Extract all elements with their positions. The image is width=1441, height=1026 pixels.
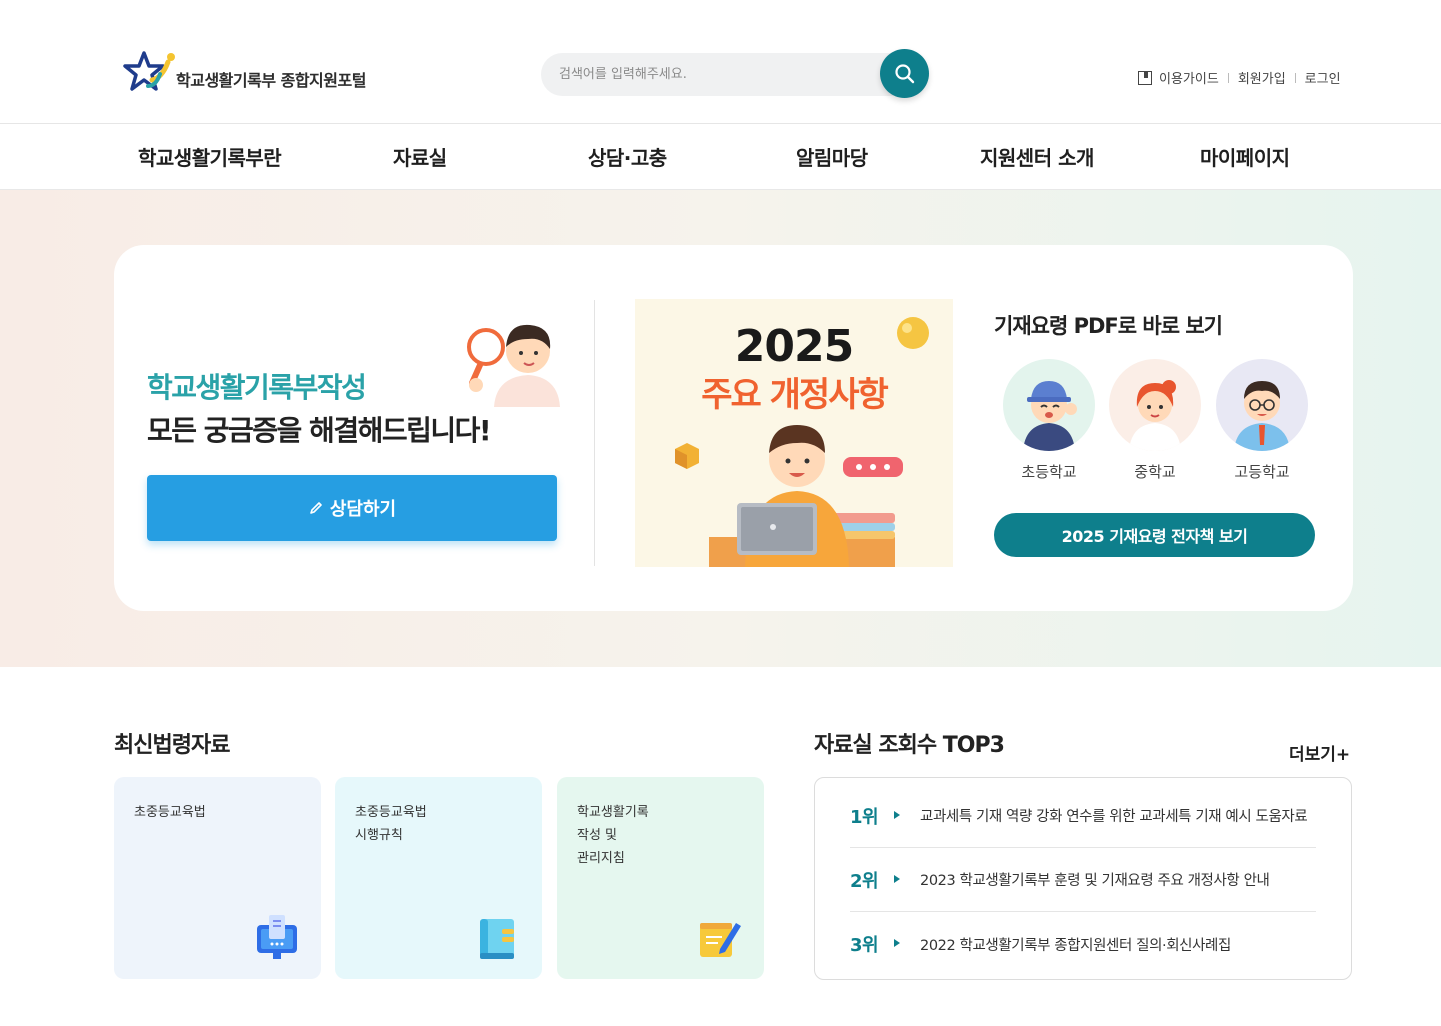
site-logo[interactable]: 학교생활기록부 종합지원포털 (122, 50, 366, 96)
middle-avatar[interactable] (1109, 359, 1201, 451)
divider (1294, 72, 1296, 83)
top3-section-title: 자료실 조회수 TOP3 (814, 733, 1005, 758)
middle-student-icon (1129, 380, 1181, 451)
hero-card: 학교생활기록부작성 모든 궁금증을 해결해드립니다! 상담하기 2025 주요 … (114, 245, 1353, 611)
arrow-right-icon (894, 939, 900, 947)
list-item[interactable]: 3위 2022 학교생활기록부 종합지원센터 질의·회신사례집 (850, 912, 1316, 976)
list-item-title: 2022 학교생활기록부 종합지원센터 질의·회신사례집 (920, 937, 1231, 954)
law-card-guidelines[interactable]: 학교생활기록 작성 및 관리지침 (557, 777, 764, 979)
list-item[interactable]: 1위 교과세특 기재 역량 강화 연수를 위한 교과세특 기재 예시 도움자료 (850, 784, 1316, 848)
search-bar (541, 49, 929, 98)
star-logo-icon (123, 51, 175, 91)
middle-label[interactable]: 중학교 (1109, 461, 1201, 482)
pencil-icon (310, 502, 322, 514)
search-input[interactable] (559, 53, 859, 96)
search-button[interactable] (880, 49, 929, 98)
revision-banner[interactable]: 2025 주요 개정사항 (635, 299, 953, 567)
arrow-right-icon (894, 874, 900, 883)
list-item[interactable]: 2위 2023 학교생활기록부 훈령 및 기재요령 주요 개정사항 안내 (850, 848, 1316, 912)
utility-links: 이용가이드 회원가입 로그인 (1138, 68, 1341, 87)
law-card-label: 학교생활기록 작성 및 관리지침 (577, 805, 649, 866)
law-card-enforcement-rules[interactable]: 초중등교육법 시행규칙 (335, 777, 542, 979)
arrow-right-icon (894, 810, 900, 819)
elementary-student-icon (1023, 381, 1077, 451)
nav-item-about[interactable]: 학교생활기록부란 (138, 142, 282, 171)
laws-section-title: 최신법령자료 (114, 733, 230, 758)
nav-item-notice[interactable]: 알림마당 (796, 142, 868, 171)
main-nav: 학교생활기록부란 자료실 상담·고충 알림마당 지원센터 소개 마이페이지 (0, 124, 1441, 190)
guide-link[interactable]: 이용가이드 (1159, 68, 1219, 87)
notepad-pen-icon (700, 923, 741, 957)
elementary-avatar[interactable] (1003, 359, 1095, 451)
law-card-education-act[interactable]: 초중등교육법 (114, 777, 321, 979)
rank-number: 1위 (850, 806, 879, 828)
high-label[interactable]: 고등학교 (1216, 461, 1308, 482)
monitor-doc-icon (257, 915, 297, 959)
nav-item-library[interactable]: 자료실 (393, 142, 447, 171)
rank-number: 2위 (850, 870, 879, 892)
search-icon (894, 63, 914, 83)
consult-button[interactable]: 상담하기 (147, 475, 557, 541)
hero-section: 학교생활기록부작성 모든 궁금증을 해결해드립니다! 상담하기 2025 주요 … (0, 190, 1441, 667)
consult-button-label: 상담하기 (329, 499, 397, 520)
divider (1227, 72, 1229, 83)
nav-item-consult[interactable]: 상담·고충 (588, 142, 667, 171)
high-student-icon (1234, 381, 1290, 451)
list-item-title: 2023 학교생활기록부 훈령 및 기재요령 주요 개정사항 안내 (920, 873, 1270, 889)
list-item-title: 교과세특 기재 역량 강화 연수를 위한 교과세특 기재 예시 도움자료 (920, 809, 1308, 825)
elementary-label[interactable]: 초등학교 (1003, 461, 1095, 482)
nav-item-center[interactable]: 지원센터 소개 (980, 142, 1094, 171)
ebook-button[interactable]: 2025 기재요령 전자책 보기 (994, 513, 1315, 557)
nav-item-mypage[interactable]: 마이페이지 (1200, 142, 1290, 171)
law-card-label: 초중등교육법 시행규칙 (355, 805, 427, 843)
hero-title: 모든 궁금증을 해결해드립니다! (147, 414, 492, 447)
logo-text: 학교생활기록부 종합지원포털 (176, 71, 366, 90)
header: 학교생활기록부 종합지원포털 이용가이드 회원가입 로그인 (0, 0, 1441, 124)
divider (594, 300, 595, 566)
rank-number: 3위 (850, 935, 879, 956)
high-avatar[interactable] (1216, 359, 1308, 451)
student-laptop-illustration (675, 317, 929, 567)
book-icon (480, 919, 514, 959)
more-link[interactable]: 더보기+ (1289, 740, 1350, 765)
signup-link[interactable]: 회원가입 (1238, 68, 1286, 87)
login-link[interactable]: 로그인 (1305, 68, 1341, 87)
law-card-label: 초중등교육법 (134, 805, 206, 820)
hero-subtitle: 학교생활기록부작성 (147, 371, 367, 404)
pdf-view-title: 기재요령 PDF로 바로 보기 (994, 314, 1223, 338)
top3-list: 1위 교과세특 기재 역량 강화 연수를 위한 교과세특 기재 예시 도움자료 … (814, 777, 1352, 980)
bookmark-icon (1138, 70, 1152, 85)
magnifier-character-illustration (467, 324, 560, 407)
